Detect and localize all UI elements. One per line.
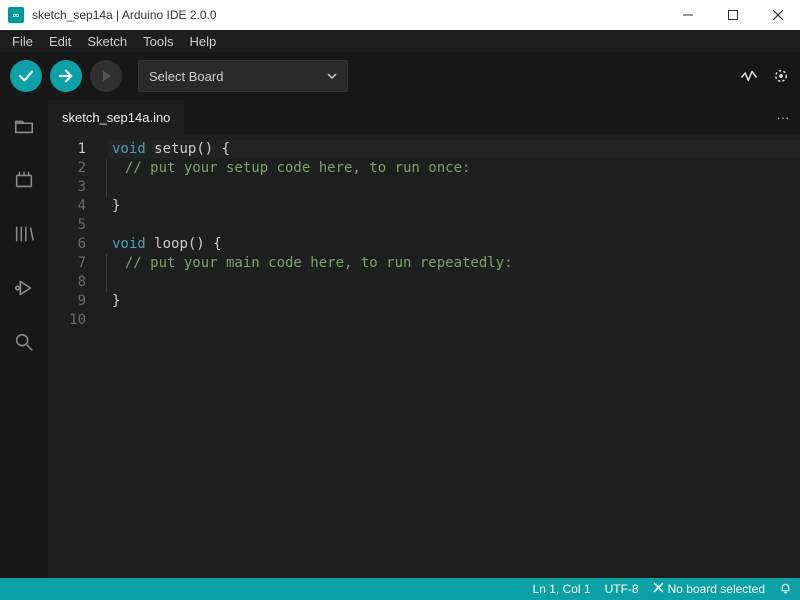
line-gutter: 12345678910 — [48, 134, 100, 578]
menu-help[interactable]: Help — [181, 32, 224, 51]
maximize-button[interactable] — [710, 0, 755, 30]
toolbar: Select Board — [0, 52, 800, 100]
activity-explorer[interactable] — [0, 108, 48, 144]
code-line[interactable] — [108, 216, 800, 235]
code-line[interactable]: } — [108, 197, 800, 216]
serial-plotter-button[interactable] — [740, 67, 758, 85]
status-board-label: No board selected — [668, 582, 765, 596]
code-line[interactable]: // put your main code here, to run repea… — [106, 254, 800, 273]
activity-search[interactable] — [0, 324, 48, 360]
minimize-button[interactable] — [665, 0, 710, 30]
status-cursor-label: Ln 1, Col 1 — [533, 582, 591, 596]
line-number: 1 — [48, 140, 86, 159]
more-icon: ··· — [777, 110, 790, 125]
board-selector-label: Select Board — [149, 69, 223, 84]
notifications-button[interactable] — [779, 581, 792, 597]
line-number: 5 — [48, 216, 86, 235]
line-number: 7 — [48, 254, 86, 273]
tab-sketch-file[interactable]: sketch_sep14a.ino — [48, 100, 184, 134]
editor-area: sketch_sep14a.ino ··· 12345678910 void s… — [48, 100, 800, 578]
status-encoding[interactable]: UTF-8 — [605, 582, 639, 596]
bell-icon — [779, 581, 792, 597]
activity-debug[interactable] — [0, 270, 48, 306]
statusbar: Ln 1, Col 1 UTF-8 No board selected — [0, 578, 800, 600]
code-line[interactable]: void setup() { — [108, 140, 800, 159]
menubar: File Edit Sketch Tools Help — [0, 30, 800, 52]
activity-bar — [0, 100, 48, 578]
chevron-down-icon — [327, 69, 337, 84]
line-number: 3 — [48, 178, 86, 197]
window-controls — [665, 0, 800, 30]
close-x-icon — [653, 582, 664, 596]
code-line[interactable] — [108, 311, 800, 330]
code-editor[interactable]: 12345678910 void setup() { // put your s… — [48, 134, 800, 578]
menu-file[interactable]: File — [4, 32, 41, 51]
window-titlebar: ∞ sketch_sep14a | Arduino IDE 2.0.0 — [0, 0, 800, 30]
line-number: 10 — [48, 311, 86, 330]
code-line[interactable] — [106, 273, 800, 292]
menu-sketch[interactable]: Sketch — [79, 32, 135, 51]
close-button[interactable] — [755, 0, 800, 30]
activity-boards-manager[interactable] — [0, 162, 48, 198]
code-line[interactable] — [106, 178, 800, 197]
status-board[interactable]: No board selected — [653, 582, 765, 596]
verify-button[interactable] — [10, 60, 42, 92]
activity-library-manager[interactable] — [0, 216, 48, 252]
menu-edit[interactable]: Edit — [41, 32, 79, 51]
code-line[interactable]: void loop() { — [108, 235, 800, 254]
line-number: 4 — [48, 197, 86, 216]
debug-button[interactable] — [90, 60, 122, 92]
upload-button[interactable] — [50, 60, 82, 92]
editor-more-button[interactable]: ··· — [766, 100, 800, 134]
code-line[interactable]: // put your setup code here, to run once… — [106, 159, 800, 178]
app-icon: ∞ — [8, 7, 24, 23]
board-selector[interactable]: Select Board — [138, 60, 348, 92]
status-encoding-label: UTF-8 — [605, 582, 639, 596]
line-number: 8 — [48, 273, 86, 292]
window-title: sketch_sep14a | Arduino IDE 2.0.0 — [32, 8, 665, 22]
code-line[interactable]: } — [108, 292, 800, 311]
serial-monitor-button[interactable] — [772, 67, 790, 85]
tab-label: sketch_sep14a.ino — [62, 110, 170, 125]
status-cursor[interactable]: Ln 1, Col 1 — [533, 582, 591, 596]
editor-tabs: sketch_sep14a.ino ··· — [48, 100, 800, 134]
menu-tools[interactable]: Tools — [135, 32, 181, 51]
line-number: 9 — [48, 292, 86, 311]
line-number: 2 — [48, 159, 86, 178]
code-content[interactable]: void setup() { // put your setup code he… — [100, 134, 800, 578]
line-number: 6 — [48, 235, 86, 254]
